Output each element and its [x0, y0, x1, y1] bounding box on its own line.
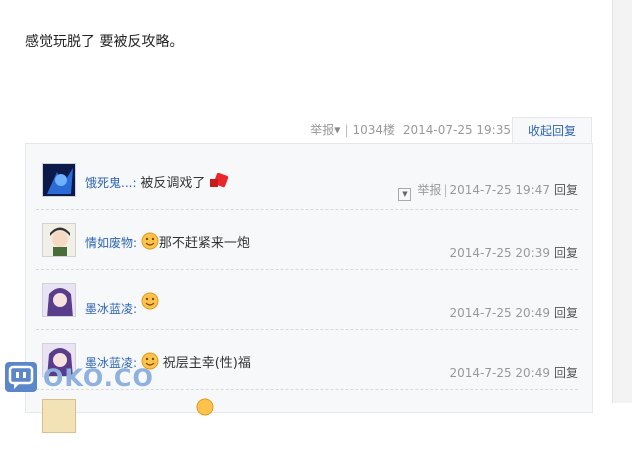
avatar[interactable] [42, 399, 76, 433]
avatar[interactable] [42, 283, 76, 317]
reply-meta: ▼ 举报 | 2014-7-25 19:47 回复 [398, 181, 578, 201]
chevron-down-icon: ▼ [334, 125, 341, 135]
avatar-image [43, 224, 75, 256]
username-link[interactable]: 墨冰蓝凌: [85, 302, 137, 316]
reply-button[interactable]: 回复 [554, 183, 578, 197]
smile-emoji-icon [141, 292, 159, 310]
reply-item: 情如废物: 那不赶紧来一炮 2014-7-25 20:39 回复 [36, 209, 578, 270]
reply-item [36, 389, 578, 449]
smile-emoji-icon [196, 398, 214, 416]
reply-text: 那不赶紧来一炮 [158, 236, 250, 251]
watermark-logo: OKO.CO [5, 362, 153, 396]
avatar[interactable] [42, 163, 76, 197]
reply-button[interactable]: 回复 [554, 246, 578, 260]
reply-time: 2014-7-25 20:39 [449, 246, 550, 260]
report-link[interactable]: 举报 [417, 183, 441, 197]
avatar-image [43, 164, 75, 196]
reply-button[interactable]: 回复 [554, 306, 578, 320]
reply-user-row: 情如废物: 那不赶紧来一炮 [85, 232, 250, 251]
chat-bubble-icon [5, 362, 37, 392]
reply-meta: 2014-7-25 20:39 回复 [449, 244, 578, 261]
collapse-replies-button[interactable]: 收起回复 [512, 117, 592, 143]
post-meta-bar: 举报▼ | 1034楼 2014-07-25 19:35 收起回复 [0, 117, 593, 143]
reply-item: 饿死鬼...: 被反调戏了 ▼ 举报 | 2014-7-25 19:47 回复 [36, 149, 578, 210]
reply-time: 2014-7-25 20:49 [449, 306, 550, 320]
page-right-border [612, 0, 632, 403]
reply-user-row: 饿死鬼...: 被反调戏了 [85, 172, 229, 191]
avatar-image [43, 284, 75, 316]
reply-time: 2014-7-25 20:49 [449, 366, 550, 380]
post-content: 感觉玩脱了 要被反攻略。 [25, 34, 184, 50]
post-time: 2014-07-25 19:35 [402, 123, 511, 137]
emoji-sticker-icon [209, 172, 229, 190]
reply-text: 被反调戏了 [140, 176, 206, 191]
avatar[interactable] [42, 223, 76, 257]
floor-number: 1034楼 [352, 123, 396, 137]
username-link[interactable]: 情如废物: [85, 236, 137, 250]
reply-button[interactable]: 回复 [554, 366, 578, 380]
reply-time: 2014-7-25 19:47 [449, 183, 550, 197]
reply-meta: 2014-7-25 20:49 回复 [449, 364, 578, 381]
reply-user-row: 墨冰蓝凌: [85, 292, 159, 317]
reply-item: 墨冰蓝凌: 2014-7-25 20:49 回复 [36, 269, 578, 330]
smile-emoji-icon [141, 232, 159, 250]
dropdown-icon[interactable]: ▼ [398, 188, 412, 201]
reply-text: 祝层主幸(性)福 [162, 356, 251, 371]
username-link[interactable]: 饿死鬼...: [85, 176, 137, 190]
report-link[interactable]: 举报▼ [310, 123, 340, 137]
reply-meta: 2014-7-25 20:49 回复 [449, 304, 578, 321]
watermark-text: OKO.CO [43, 364, 154, 392]
post-meta: 举报▼ | 1034楼 2014-07-25 19:35 [310, 123, 511, 137]
